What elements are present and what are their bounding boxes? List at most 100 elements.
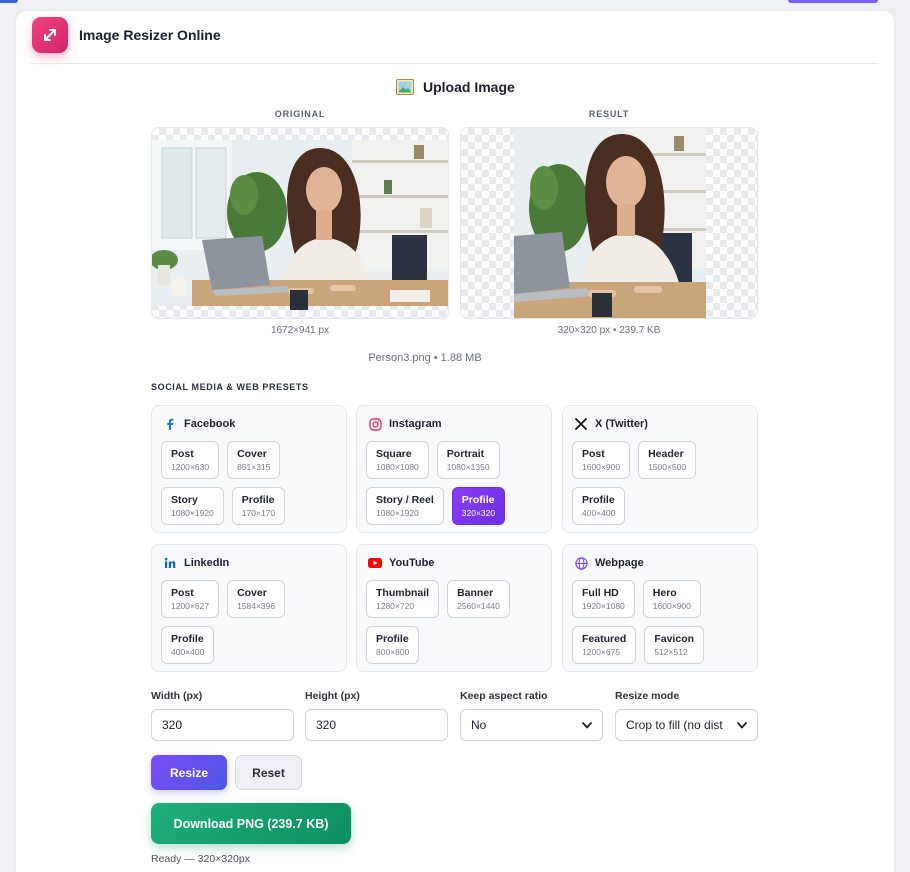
upload-label: Upload Image [423,79,515,95]
group-name: X (Twitter) [595,418,648,430]
preset-dims: 1080×1920 [171,507,214,518]
preset-name: Portrait [446,447,485,460]
linkedin-icon [163,556,177,570]
presets-title: SOCIAL MEDIA & WEB PRESETS [151,382,309,392]
preset-instagram-profile[interactable]: Profile 320×320 [451,487,506,525]
original-image [152,140,448,310]
original-caption: 1672×941 px [270,325,330,336]
preset-dims: 851×315 [237,461,271,472]
preset-dims: 1584×396 [237,600,276,611]
preset-dims: 1500×500 [648,461,687,472]
preset-name: Banner [457,586,494,599]
preset-x-header[interactable]: Header 1500×500 [638,441,697,479]
preset-instagram-portrait[interactable]: Portrait 1080×1350 [436,441,500,479]
preset-name: Profile [171,632,204,645]
preset-name: Thumbnail [376,586,430,599]
preset-webpage-full-hd[interactable]: Full HD 1920×1080 [572,580,635,618]
preset-name: Post [171,586,194,599]
resize-arrows-icon [32,17,68,53]
download-png-button[interactable]: Download PNG (239.7 KB) [151,803,351,844]
group-header: Webpage [572,555,748,571]
resize-mode-label: Resize mode [615,690,680,702]
width-input[interactable] [151,709,294,741]
result-image [514,128,706,318]
aspect-ratio-value: No [471,718,487,732]
preset-facebook-cover[interactable]: Cover 851×315 [227,441,281,479]
preset-name: Post [171,447,194,460]
aspect-ratio-select[interactable]: No [460,709,603,741]
reset-button[interactable]: Reset [235,755,302,790]
picture-icon [396,79,414,95]
preset-name: Favicon [654,632,695,645]
preset-dims: 800×800 [376,646,410,657]
group-header: Facebook [161,416,337,432]
preset-facebook-story[interactable]: Story 1080×1920 [161,487,224,525]
upload-image-button[interactable]: Upload Image [396,79,515,95]
group-header: LinkedIn [161,555,337,571]
preset-dims: 1600×900 [582,461,621,472]
preset-x-profile[interactable]: Profile 400×400 [572,487,626,525]
preset-name: Header [648,447,684,460]
result-heading: RESULT [588,109,630,119]
preset-youtube-profile[interactable]: Profile 800×800 [366,626,420,664]
preset-linkedin-cover[interactable]: Cover 1584×396 [227,580,286,618]
group-name: Instagram [389,418,442,430]
preset-instagram-square[interactable]: Square 1080×1080 [366,441,429,479]
preset-webpage-favicon[interactable]: Favicon 512×512 [644,626,705,664]
preset-youtube-thumbnail[interactable]: Thumbnail 1280×720 [366,580,440,618]
app-header: Image Resizer Online [32,15,221,55]
group-header: YouTube [366,555,542,571]
height-label: Height (px) [305,690,360,702]
preset-name: Featured [582,632,627,645]
preset-dims: 170×170 [241,507,276,518]
x-icon [574,417,588,431]
preset-webpage-featured[interactable]: Featured 1200×675 [572,626,637,664]
preset-name: Story [171,493,198,506]
preset-group-facebook: Facebook Post 1200×630 Cover 851×315 Story… [151,405,347,533]
resize-mode-select[interactable]: Crop to fill (no dist [615,709,758,741]
group-name: YouTube [389,557,435,569]
preset-name: Full HD [582,586,619,599]
height-input[interactable] [305,709,448,741]
preset-linkedin-profile[interactable]: Profile 400×400 [161,626,215,664]
preset-webpage-hero[interactable]: Hero 1600×900 [642,580,701,618]
aspect-ratio-label: Keep aspect ratio [460,690,548,702]
facebook-icon [163,417,177,431]
preset-dims: 1080×1920 [376,507,419,518]
preset-dims: 1200×630 [171,461,210,472]
preset-instagram-story-reel[interactable]: Story / Reel 1080×1920 [366,487,444,525]
header-divider [30,63,878,64]
preset-dims: 1280×720 [376,600,415,611]
app-title: Image Resizer Online [79,27,221,43]
preset-x-post[interactable]: Post 1600×900 [572,441,631,479]
preset-name: Profile [461,493,495,506]
preset-name: Cover [237,447,267,460]
instagram-icon [368,417,382,431]
file-info: Person3.png • 1.88 MB [368,352,482,364]
preset-facebook-post[interactable]: Post 1200×630 [161,441,220,479]
top-strip-right [788,0,878,3]
chevron-down-icon [737,721,747,728]
group-name: LinkedIn [184,557,230,569]
youtube-icon [368,556,382,570]
preset-name: Post [582,447,605,460]
preset-name: Square [376,447,412,460]
result-caption: 320×320 px • 239.7 KB [557,325,661,336]
preset-name: Profile [582,493,615,506]
preset-facebook-profile[interactable]: Profile 170×170 [231,487,286,525]
globe-icon [574,556,588,570]
preset-name: Hero [652,586,677,599]
preset-linkedin-post[interactable]: Post 1200×627 [161,580,220,618]
preset-dims: 1080×1350 [446,461,490,472]
resize-mode-value: Crop to fill (no dist [626,718,723,732]
preset-dims: 1600×900 [652,600,691,611]
preset-group-x-twitter: X (Twitter) Post 1600×900 Header 1500×500 … [562,405,758,533]
preset-dims: 400×400 [582,507,616,518]
preset-dims: 400×400 [171,646,205,657]
preset-youtube-banner[interactable]: Banner 2560×1440 [447,580,510,618]
preset-dims: 1080×1080 [376,461,419,472]
preset-dims: 1200×675 [582,646,621,657]
top-strip [0,0,910,4]
preset-name: Story / Reel [376,493,434,506]
resize-button[interactable]: Resize [151,755,227,790]
